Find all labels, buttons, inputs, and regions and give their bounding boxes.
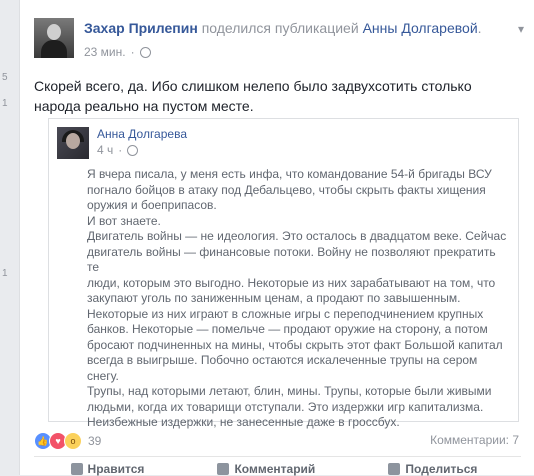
- like-button[interactable]: Нравится: [70, 462, 145, 476]
- shared-post: Анна Долгарева 4 ч · Я вчера писала, у м…: [48, 118, 519, 429]
- post-header-line: Захар Прилепин поделился публикацией Анн…: [84, 20, 482, 36]
- reactions-count: 39: [88, 434, 102, 448]
- left-strip-number: 1: [2, 98, 8, 109]
- shared-body-line: людьми, когда их товарищи отступали. Это…: [87, 399, 484, 414]
- left-strip-number: 5: [2, 72, 8, 83]
- shared-post-meta: 4 ч ·: [97, 143, 139, 157]
- author-name[interactable]: Захар Прилепин: [84, 20, 198, 36]
- like-label: Нравится: [87, 462, 145, 476]
- left-strip: 5 1 1: [0, 0, 20, 475]
- post-text-line: Скорей всего, да. Ибо слишком нелепо был…: [34, 78, 472, 94]
- left-strip-number: 1: [2, 268, 8, 279]
- share-label: Поделиться: [405, 462, 478, 476]
- shared-body-line: оружия и боеприпасов.: [87, 198, 217, 212]
- shared-body-line: закупают уголь по заниженным ценам, а пр…: [87, 291, 461, 305]
- share-button[interactable]: Поделиться: [388, 462, 477, 476]
- shared-body-line: погнало бойцов в атаку под Дебальцево, ч…: [87, 182, 486, 197]
- like-icon: [70, 463, 83, 475]
- shared-body-line: Я вчера писала, у меня есть инфа, что ко…: [87, 167, 492, 181]
- shared-author-link[interactable]: Анны Долгаревой: [363, 20, 478, 36]
- shared-post-time[interactable]: 4 ч: [97, 143, 113, 157]
- shared-body-line: И вот знаете.: [87, 213, 161, 228]
- shared-author-name[interactable]: Анна Долгарева: [97, 127, 187, 141]
- globe-icon: [127, 144, 139, 156]
- divider: [34, 456, 521, 457]
- share-icon: [388, 463, 401, 475]
- shared-body-line: Трупы, над которыми летают, блин, мины. …: [87, 384, 492, 398]
- action-text: поделился публикацией: [201, 20, 359, 36]
- post-meta: 23 мин. ·: [84, 45, 151, 59]
- reactions-summary[interactable]: 👍 ♥ o 39: [34, 432, 101, 450]
- shared-body-line: люди, которым это выгодно. Некоторые из …: [87, 275, 496, 290]
- author-avatar[interactable]: [34, 18, 74, 58]
- post-text-line: народа реально на пустом месте.: [34, 98, 254, 114]
- shared-body-line: всегда в выигрыше. Побочно остаются иска…: [87, 353, 478, 383]
- post-header: Захар Прилепин поделился публикацией Анн…: [34, 18, 524, 62]
- shared-body-line: бросают подчиненных на мины, чтобы скрыт…: [87, 337, 503, 352]
- post-time[interactable]: 23 мин.: [84, 45, 126, 59]
- shared-body-line: Двигатель войны — не идеология. Это оста…: [87, 229, 507, 243]
- wow-reaction-icon: o: [64, 432, 82, 450]
- shared-post-body: Я вчера писала, у меня есть инфа, что ко…: [87, 167, 507, 431]
- shared-body-line: Неизбежные издержки, не занесенные даже …: [87, 415, 400, 429]
- comment-button[interactable]: Комментарий: [217, 462, 315, 476]
- shared-author-avatar[interactable]: [57, 127, 89, 159]
- shared-body-line: банков. Некоторые — помельче — продают о…: [87, 322, 488, 336]
- shared-body-line: двигатель войны — финансовые потоки. Вой…: [87, 244, 496, 275]
- globe-icon: [139, 46, 151, 58]
- post-card: Захар Прилепин поделился публикацией Анн…: [19, 0, 534, 476]
- post-text: Скорей всего, да. Ибо слишком нелепо был…: [34, 76, 514, 116]
- comment-label: Комментарий: [234, 462, 316, 476]
- chevron-down-icon[interactable]: ▾: [518, 22, 524, 36]
- comments-count[interactable]: Комментарии: 7: [430, 433, 519, 447]
- shared-body-line: Некоторые из них играют в сложные игры с…: [87, 306, 484, 321]
- comment-icon: [217, 463, 230, 475]
- action-bar: Нравится Комментарий Поделиться: [34, 462, 514, 476]
